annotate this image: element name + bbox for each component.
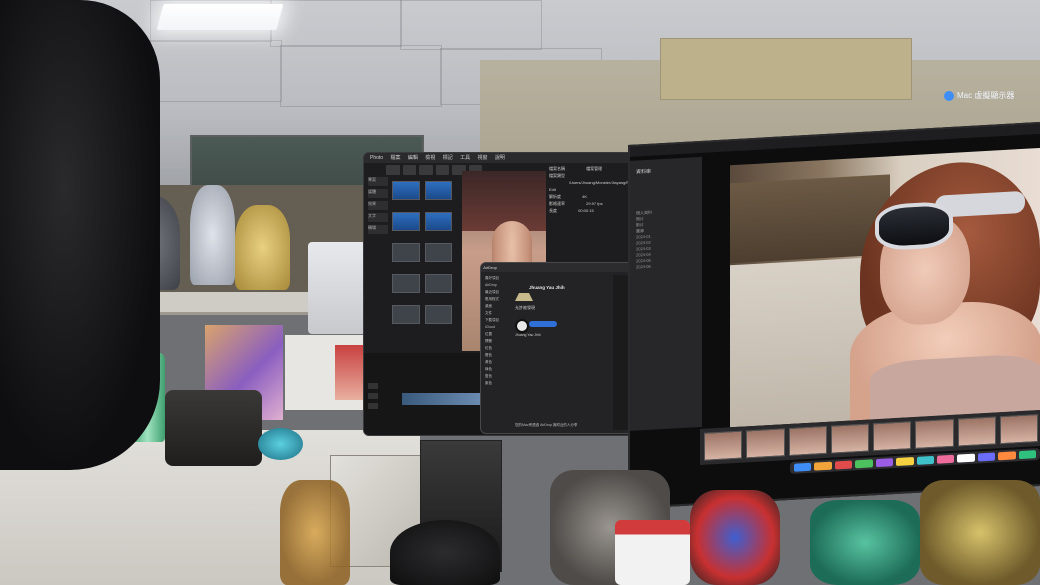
- sidebar-item[interactable]: 媒體: [368, 189, 388, 198]
- figurine: [190, 185, 235, 285]
- media-thumbnail[interactable]: [424, 243, 452, 262]
- property-value: 00:00:15: [578, 208, 594, 213]
- media-thumbnail[interactable]: [392, 305, 420, 324]
- track-header[interactable]: [368, 383, 378, 389]
- property-value: 4K: [582, 194, 588, 199]
- sidebar-item[interactable]: 下載項目: [485, 317, 505, 324]
- tag-yellow[interactable]: 黃色: [485, 359, 505, 366]
- avatar[interactable]: [515, 319, 529, 333]
- media-thumbnail[interactable]: [424, 181, 452, 200]
- sidebar-item[interactable]: 專案: [368, 177, 388, 186]
- sidebar-section: 標籤: [485, 339, 492, 343]
- track-header[interactable]: [368, 393, 378, 399]
- sidebar-item[interactable]: 轉場: [368, 225, 388, 234]
- property-label: 檔案類型: [549, 173, 565, 178]
- property-row: 檔案類型 /Users/Jhuang/Monster/Jiayang/Final…: [549, 172, 634, 193]
- folder-list: 個人資料 照片 影片 圖庫 2024-01 2024-02 2024-03 20…: [636, 207, 696, 270]
- property-value: 29.97 fps: [586, 201, 603, 206]
- editor-menubar: Photo 檔案 編輯 檢視 標記 工具 視窗 說明: [364, 153, 634, 163]
- menu-item[interactable]: 檔案: [390, 155, 400, 161]
- property-row: 影格速率 29.97 fps: [549, 200, 629, 207]
- property-row: 長度 00:00:15: [549, 207, 629, 214]
- tool-icon[interactable]: [402, 165, 416, 175]
- ceiling-light: [156, 4, 284, 30]
- section-heading: 允許被發現: [515, 305, 535, 310]
- green-figure: [810, 500, 920, 585]
- tag-blue[interactable]: 藍色: [485, 373, 505, 380]
- airdrop-target-button[interactable]: [529, 321, 557, 327]
- properties-panel: 檔案名稱 檔案管理 檔案類型 /Users/Jhuang/Monster/Jia…: [549, 165, 634, 275]
- property-value: 檔案管理: [586, 166, 603, 171]
- menu-item[interactable]: 工具: [460, 155, 470, 161]
- window-title: AirDrop: [483, 265, 497, 270]
- menu-item[interactable]: 視窗: [478, 155, 488, 161]
- media-thumbnail[interactable]: [424, 305, 452, 324]
- timeline-clip[interactable]: [402, 393, 482, 405]
- library-sidebar: 資料庫 個人資料 照片 影片 圖庫 2024-01 2024-02 2024-0…: [630, 156, 702, 431]
- bottle: [615, 520, 690, 585]
- tag-purple[interactable]: 紫色: [485, 380, 505, 387]
- sidebar-section: 位置: [485, 332, 492, 336]
- menu-item[interactable]: 說明: [495, 155, 505, 161]
- tool-icon[interactable]: [419, 165, 433, 175]
- foreground-desk-items: [250, 440, 1040, 585]
- editor-sidebar: 專案 媒體 效果 文字 轉場: [368, 177, 388, 277]
- property-label: 解析度: [549, 194, 561, 199]
- mecha-figure: [690, 490, 780, 585]
- main-photo: [730, 147, 1040, 428]
- sidebar-item[interactable]: 最近項目: [485, 289, 505, 296]
- media-thumbnail[interactable]: [392, 243, 420, 262]
- tool-icon[interactable]: [386, 165, 400, 175]
- glass-jar-figure: [280, 480, 350, 585]
- sidebar-item[interactable]: 應用程式: [485, 296, 505, 303]
- camera-bag: [165, 390, 262, 466]
- timeline[interactable]: [364, 353, 482, 435]
- photo-print: [335, 345, 365, 400]
- track-header[interactable]: [368, 403, 378, 409]
- menu-item[interactable]: 編輯: [408, 155, 418, 161]
- sidebar-section: iCloud: [485, 325, 495, 329]
- tag-red[interactable]: 紅色: [485, 345, 505, 352]
- property-value: /Users/Jhuang/Monster/Jiayang/Final Edit: [549, 180, 635, 192]
- airdrop-main: Jhuang Yau Jhih 允許被發現 Jhuang Yau Jhih: [511, 275, 609, 430]
- sidebar-item-airdrop[interactable]: AirDrop: [485, 282, 505, 289]
- figurine: [235, 205, 290, 290]
- media-thumbnail[interactable]: [424, 274, 452, 293]
- sidebar-item[interactable]: 桌面: [485, 303, 505, 310]
- mac-virtual-display-badge: Mac 虛擬顯示器: [944, 90, 1014, 101]
- airdrop-footer: 您的Mac會透過 AirDrop 與附近的人分享: [515, 423, 578, 427]
- user-name: Jhuang Yau Jhih: [529, 285, 565, 290]
- menu-item[interactable]: 檢視: [425, 155, 435, 161]
- sidebar-item[interactable]: 文字: [368, 213, 388, 222]
- sidebar-item[interactable]: 文件: [485, 310, 505, 317]
- media-thumbnail[interactable]: [424, 212, 452, 231]
- device-label: Jhuang Yau Jhih: [515, 333, 541, 337]
- figurine: [920, 480, 1040, 585]
- property-label: 檔案名稱: [549, 166, 565, 171]
- menu-item[interactable]: 標記: [443, 155, 453, 161]
- finder-sidebar: 喜好項目 AirDrop 最近項目 應用程式 桌面 文件 下載項目 iCloud…: [485, 275, 505, 425]
- property-label: 長度: [549, 208, 557, 213]
- monitor-back: [308, 242, 366, 334]
- property-label: 影格速率: [549, 201, 565, 206]
- menu-item[interactable]: Photo: [370, 155, 383, 161]
- tag-orange[interactable]: 橙色: [485, 352, 505, 359]
- sidebar-item[interactable]: 效果: [368, 201, 388, 210]
- media-thumbnails: [392, 181, 452, 331]
- property-row: 解析度 4K: [549, 193, 629, 200]
- tool-icon[interactable]: [435, 165, 449, 175]
- headphones: [390, 520, 500, 585]
- media-thumbnail[interactable]: [392, 212, 420, 231]
- property-row: 檔案名稱 檔案管理: [549, 165, 629, 172]
- mac-icon: [944, 90, 954, 101]
- sidebar-section: 喜好項目: [485, 276, 499, 280]
- sidebar-title: 資料庫: [636, 168, 652, 176]
- media-thumbnail[interactable]: [392, 181, 420, 200]
- media-thumbnail[interactable]: [392, 274, 420, 293]
- tag-green[interactable]: 綠色: [485, 366, 505, 373]
- chair-back: [0, 0, 160, 470]
